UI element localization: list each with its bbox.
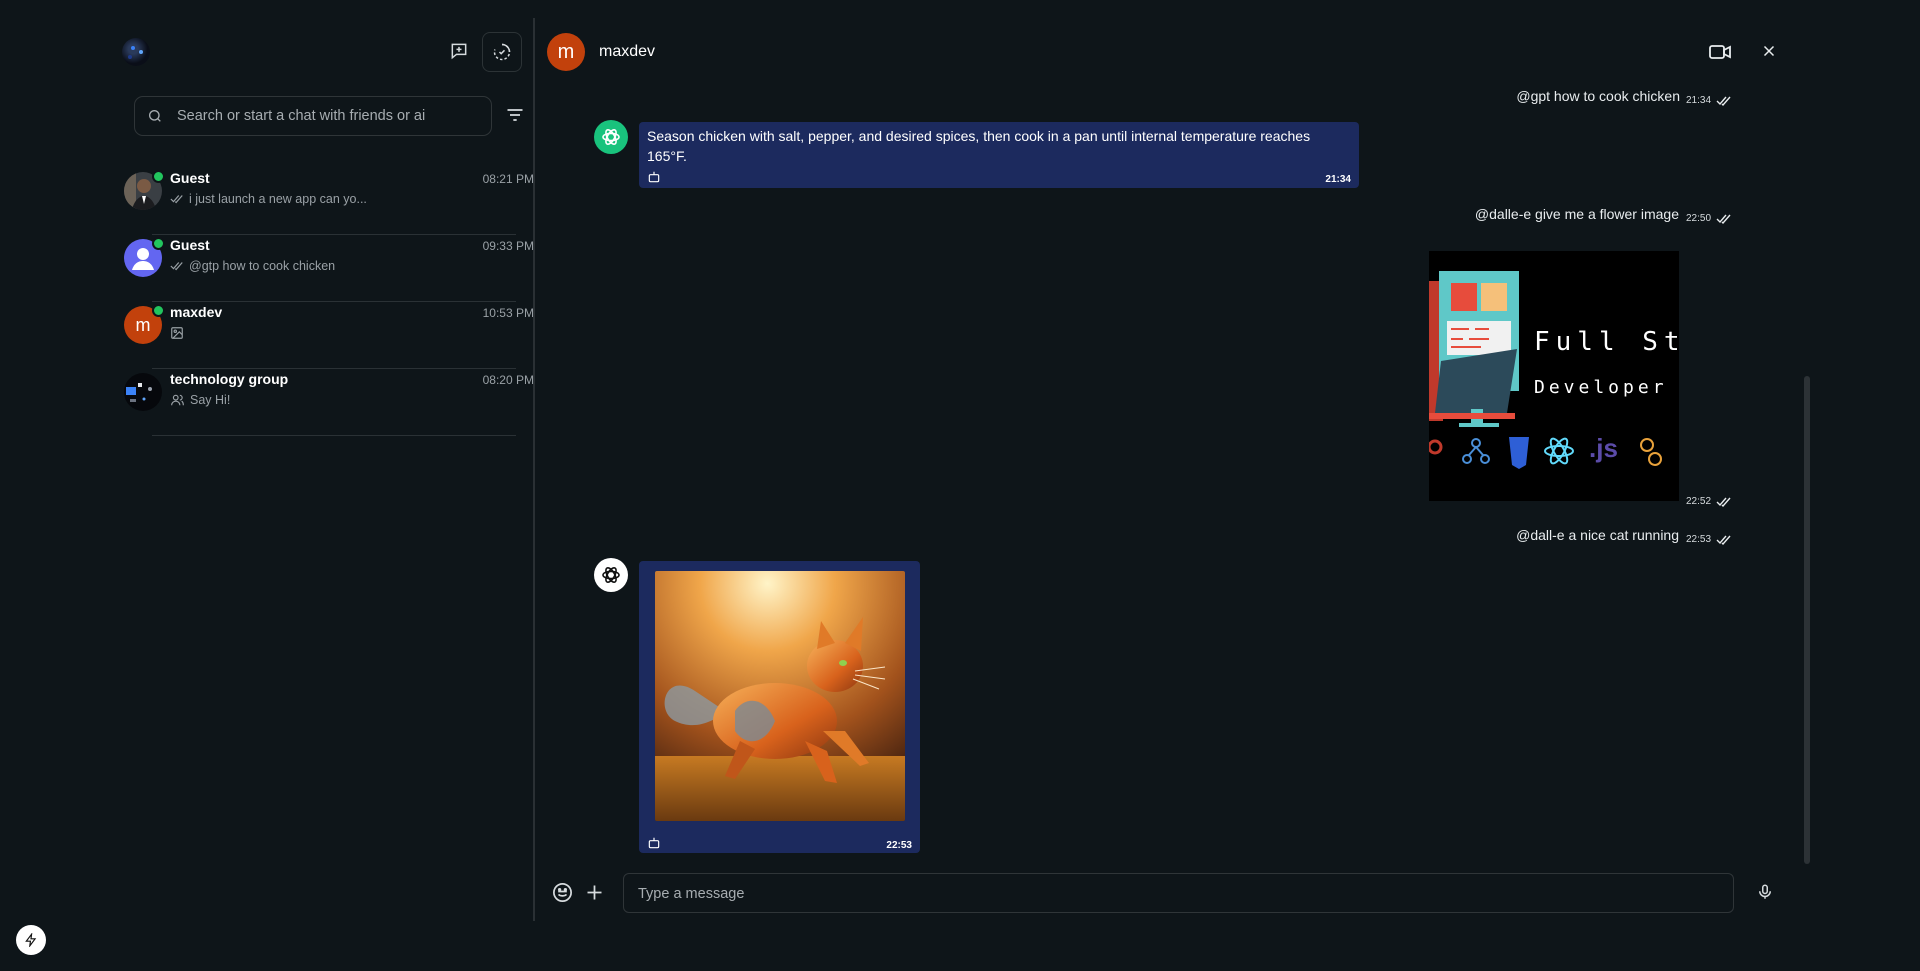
ai-avatar: [594, 120, 628, 154]
chat-name: Guest: [170, 237, 210, 253]
panel-divider: [533, 18, 535, 921]
message-composer: [623, 873, 1734, 913]
outgoing-message: @dall-e a nice cat running: [1516, 527, 1679, 543]
video-camera-icon: [1709, 45, 1731, 59]
emoji-button[interactable]: [551, 881, 574, 904]
video-call-button[interactable]: [1708, 40, 1732, 64]
search-input[interactable]: [175, 107, 469, 125]
message-time: 22:50: [1686, 213, 1712, 224]
emoji-icon: [553, 883, 572, 902]
running-cat-illustration: [655, 571, 905, 821]
ai-message-text: Season chicken with salt, pepper, and de…: [647, 128, 1311, 164]
online-indicator: [152, 237, 165, 250]
close-chat-button[interactable]: [1760, 42, 1778, 60]
scrollbar[interactable]: [1804, 376, 1810, 864]
search-icon: [149, 110, 161, 122]
message-meta: 22:50: [1686, 213, 1732, 224]
outgoing-message: @dalle-e give me a flower image: [1474, 206, 1679, 222]
message-time: 22:53: [886, 840, 912, 851]
message-time: 22:52: [1686, 496, 1712, 507]
sidebar: Guest 08:21 PM i just launch a new app c…: [112, 18, 534, 921]
ai-generated-image[interactable]: [655, 571, 905, 821]
message-input[interactable]: [636, 885, 1640, 903]
bot-icon: [648, 837, 660, 849]
chat-preview-text: i just launch a new app can yo...: [189, 192, 367, 206]
chat-time: 09:33 PM: [482, 239, 534, 253]
chat-preview: i just launch a new app can yo...: [170, 192, 367, 206]
chat-preview-text: @gtp how to cook chicken: [189, 259, 336, 273]
chat-preview-text: Say Hi!: [190, 393, 231, 407]
online-indicator: [152, 304, 165, 317]
chat-name: technology group: [170, 371, 289, 387]
plus-icon: [587, 885, 602, 900]
chat-item-technology-group[interactable]: technology group 08:20 PM Say Hi!: [124, 369, 534, 436]
chat-time: 10:53 PM: [482, 306, 534, 320]
ai-message-bubble: Season chicken with salt, pepper, and de…: [639, 122, 1359, 188]
divider: [152, 435, 516, 436]
double-check-icon: [1716, 214, 1731, 224]
chat-item-guest-1[interactable]: Guest 08:21 PM i just launch a new app c…: [124, 168, 534, 235]
openai-logo-icon: [602, 567, 620, 583]
chat-item-guest-2[interactable]: Guest 09:33 PM @gtp how to cook chicken: [124, 235, 534, 302]
image-js-label: .js: [1589, 433, 1618, 463]
filter-icon: [507, 109, 523, 121]
avatar: [124, 373, 162, 411]
double-check-icon: [1716, 535, 1731, 545]
image-icon: [171, 327, 183, 339]
quick-actions-button[interactable]: [16, 925, 46, 955]
image-caption-line-1: Full Sta: [1534, 327, 1679, 357]
bot-icon: [648, 171, 660, 183]
chat-time: 08:20 PM: [482, 373, 534, 387]
message-time: 21:34: [1686, 95, 1712, 106]
outgoing-message: @gpt how to cook chicken: [1516, 88, 1680, 104]
outgoing-image[interactable]: Full Sta Developer S .js: [1429, 251, 1679, 501]
double-check-icon: [1716, 497, 1731, 507]
voice-message-button[interactable]: [1756, 883, 1774, 901]
chat-preview: [170, 326, 184, 340]
chat-list: Guest 08:21 PM i just launch a new app c…: [124, 168, 534, 436]
attach-button[interactable]: [584, 882, 605, 903]
image-caption-line-2: Developer S: [1534, 377, 1679, 398]
new-chat-icon: [451, 43, 467, 60]
status-icon: [493, 43, 511, 61]
message-time: 21:34: [1325, 174, 1351, 185]
contact-name[interactable]: maxdev: [599, 43, 655, 61]
ai-image-bubble: 22:53: [639, 561, 920, 853]
double-check-icon: [1716, 96, 1731, 106]
group-icon: [171, 394, 184, 406]
message-meta: 22:52: [1686, 496, 1732, 507]
microphone-icon: [1759, 884, 1771, 899]
chat-name: Guest: [170, 170, 210, 186]
double-check-icon: [170, 262, 183, 271]
message-meta: 21:34: [1686, 95, 1732, 106]
chat-item-maxdev[interactable]: m maxdev 10:53 PM: [124, 302, 534, 369]
chat-time: 08:21 PM: [482, 172, 534, 186]
lightning-icon: [25, 933, 37, 947]
status-button[interactable]: [482, 32, 522, 72]
online-indicator: [152, 170, 165, 183]
chat-preview: @gtp how to cook chicken: [170, 259, 335, 273]
ai-avatar: [594, 558, 628, 592]
message-meta: 22:53: [1686, 534, 1732, 545]
my-profile-avatar[interactable]: [122, 38, 150, 66]
chat-preview: Say Hi!: [170, 393, 230, 407]
filter-button[interactable]: [496, 96, 534, 134]
chat-name: maxdev: [170, 304, 223, 320]
message-time: 22:53: [1686, 534, 1712, 545]
contact-avatar[interactable]: m: [547, 33, 585, 71]
search-bar: [134, 96, 492, 136]
developer-illustration: [1429, 271, 1662, 469]
double-check-icon: [170, 195, 183, 204]
new-chat-button[interactable]: [440, 32, 478, 70]
openai-logo-icon: [602, 129, 620, 145]
close-icon: [1763, 45, 1775, 57]
